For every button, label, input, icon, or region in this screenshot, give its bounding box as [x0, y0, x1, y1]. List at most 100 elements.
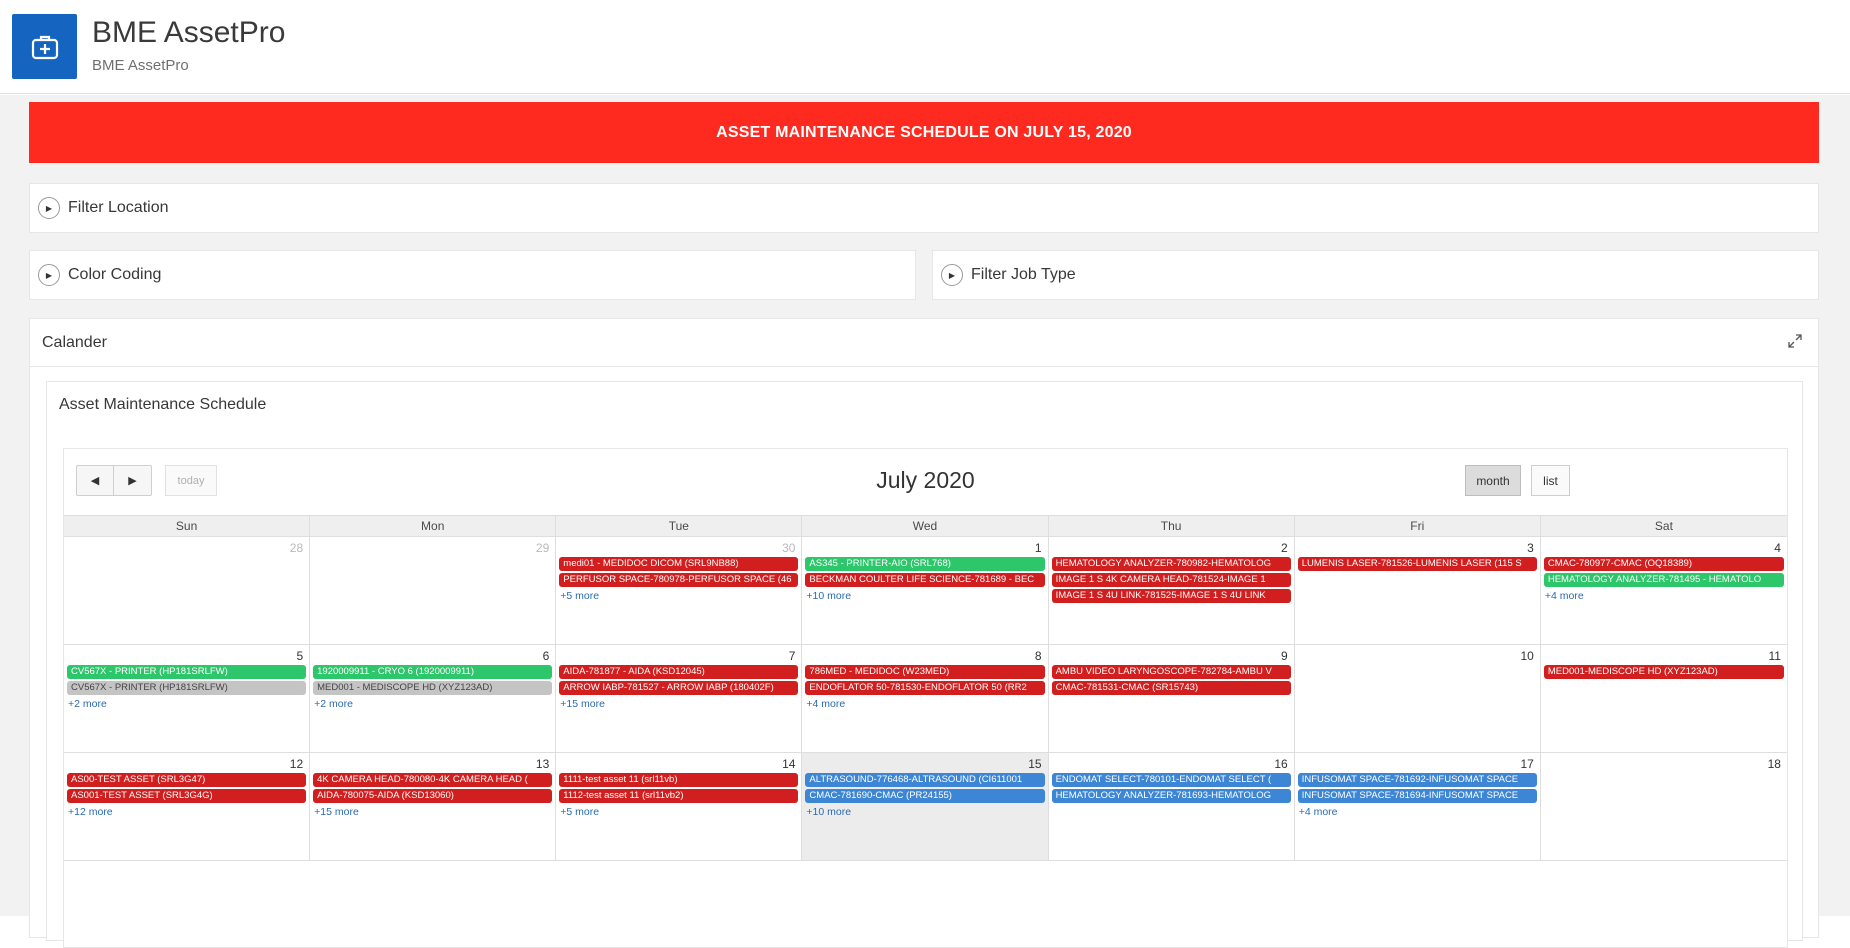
calendar-event[interactable]: IMAGE 1 S 4K CAMERA HEAD-781524-IMAGE 1 — [1051, 573, 1291, 587]
calendar-event[interactable]: 786MED - MEDIDOC (W23MED) — [805, 665, 1045, 679]
calendar-event[interactable]: CV567X - PRINTER (HP181SRLFW) — [67, 665, 307, 679]
color-coding-toggle[interactable]: ▶ Color Coding — [30, 251, 915, 299]
day-number[interactable]: 1 — [804, 540, 1045, 557]
medical-kit-icon[interactable] — [12, 14, 77, 79]
expand-arrow-icon[interactable]: ▶ — [38, 197, 60, 219]
calendar-event[interactable]: 1112-test asset 11 (srl11vb2) — [559, 789, 799, 803]
filter-location-toggle[interactable]: ▶ Filter Location — [30, 184, 1818, 232]
calendar-event[interactable]: ENDOFLATOR 50-781530-ENDOFLATOR 50 (RR2 — [805, 681, 1045, 695]
calendar-day-cell-today[interactable]: 15 ALTRASOUND-776468-ALTRASOUND (CI611001… — [802, 753, 1049, 860]
calendar-day-cell[interactable]: 6 1920009911 - CRYO 6 (1920009911) MED001 … — [310, 645, 557, 752]
calendar-day-cell[interactable]: 28 — [64, 537, 311, 644]
calendar-event[interactable]: HEMATOLOGY ANALYZER-780982-HEMATOLOG — [1051, 557, 1291, 571]
day-number[interactable]: 3 — [1297, 540, 1538, 557]
day-number[interactable]: 4 — [1543, 540, 1785, 557]
more-events-link[interactable]: +4 more — [804, 698, 1045, 710]
expand-arrow-icon[interactable]: ▶ — [941, 264, 963, 286]
day-number[interactable]: 13 — [312, 756, 553, 773]
day-number[interactable]: 5 — [66, 648, 307, 665]
day-number[interactable]: 29 — [312, 540, 553, 557]
more-events-link[interactable]: +2 more — [66, 698, 307, 710]
calendar-event[interactable]: MED001-MEDISCOPE HD (XYZ123AD) — [1543, 665, 1784, 679]
day-number[interactable]: 12 — [66, 756, 307, 773]
calendar-day-cell[interactable]: 2 HEMATOLOGY ANALYZER-780982-HEMATOLOG IMA… — [1049, 537, 1295, 644]
calendar-event[interactable]: AS00-TEST ASSET (SRL3G47) — [67, 773, 307, 787]
calendar-event[interactable]: CMAC-780977-CMAC (OQ18389) — [1543, 557, 1784, 571]
calendar-event[interactable]: ENDOMAT SELECT-780101-ENDOMAT SELECT ( — [1051, 773, 1291, 787]
more-events-link[interactable]: +2 more — [312, 698, 553, 710]
calendar-event[interactable]: CMAC-781690-CMAC (PR24155) — [805, 789, 1045, 803]
calendar-day-cell[interactable]: 1 AS345 - PRINTER-AIO (SRL768) BECKMAN COU… — [802, 537, 1049, 644]
day-number[interactable]: 10 — [1297, 648, 1538, 665]
day-number[interactable]: 8 — [804, 648, 1045, 665]
weekday-header: Tue — [556, 516, 803, 536]
calendar-day-cell[interactable]: 18 — [1541, 753, 1787, 860]
day-number[interactable]: 30 — [558, 540, 799, 557]
more-events-link[interactable]: +10 more — [804, 806, 1045, 818]
expand-arrow-icon[interactable]: ▶ — [38, 264, 60, 286]
calendar-day-cell[interactable]: 14 1111-test asset 11 (srl11vb) 1112-test … — [556, 753, 803, 860]
calendar-day-cell[interactable]: 13 4K CAMERA HEAD-780080-4K CAMERA HEAD (… — [310, 753, 557, 860]
calendar-day-cell[interactable]: 3 LUMENIS LASER-781526-LUMENIS LASER (115… — [1295, 537, 1541, 644]
calendar-event[interactable]: 1920009911 - CRYO 6 (1920009911) — [313, 665, 553, 679]
calendar-day-cell[interactable]: 11 MED001-MEDISCOPE HD (XYZ123AD) — [1541, 645, 1787, 752]
calendar-day-cell[interactable]: 9 AMBU VIDEO LARYNGOSCOPE-782784-AMBU V CM… — [1049, 645, 1295, 752]
more-events-link[interactable]: +10 more — [804, 590, 1045, 602]
calendar-event[interactable]: HEMATOLOGY ANALYZER-781693-HEMATOLOG — [1051, 789, 1291, 803]
calendar-day-cell[interactable]: 17 INFUSOMAT SPACE-781692-INFUSOMAT SPACE… — [1295, 753, 1541, 860]
calendar-day-cell[interactable]: 10 — [1295, 645, 1541, 752]
calendar-event[interactable]: AIDA-780075-AIDA (KSD13060) — [313, 789, 553, 803]
day-number[interactable]: 2 — [1051, 540, 1292, 557]
more-events-link[interactable]: +5 more — [558, 590, 799, 602]
calendar-day-cell[interactable]: 30 medi01 - MEDIDOC DICOM (SRL9NB88) PERFU… — [556, 537, 803, 644]
calendar-event[interactable]: medi01 - MEDIDOC DICOM (SRL9NB88) — [559, 557, 799, 571]
calendar-event[interactable]: IMAGE 1 S 4U LINK-781525-IMAGE 1 S 4U LI… — [1051, 589, 1291, 603]
calendar-event[interactable]: 4K CAMERA HEAD-780080-4K CAMERA HEAD ( — [313, 773, 553, 787]
calendar-region-title: Calander — [42, 333, 107, 351]
more-events-link[interactable]: +15 more — [312, 806, 553, 818]
more-events-link[interactable]: +15 more — [558, 698, 799, 710]
calendar-event[interactable]: AMBU VIDEO LARYNGOSCOPE-782784-AMBU V — [1051, 665, 1291, 679]
calendar-event[interactable]: CV567X - PRINTER (HP181SRLFW) — [67, 681, 307, 695]
calendar-event[interactable]: INFUSOMAT SPACE-781692-INFUSOMAT SPACE — [1297, 773, 1537, 787]
calendar-event[interactable]: PERFUSOR SPACE-780978-PERFUSOR SPACE (46 — [559, 573, 799, 587]
day-number[interactable]: 28 — [66, 540, 307, 557]
calendar-day-cell[interactable]: 8 786MED - MEDIDOC (W23MED) ENDOFLATOR 50-… — [802, 645, 1049, 752]
day-number[interactable]: 7 — [558, 648, 799, 665]
calendar-event[interactable]: MED001 - MEDISCOPE HD (XYZ123AD) — [313, 681, 553, 695]
calendar-day-cell[interactable]: 29 — [310, 537, 557, 644]
more-events-link[interactable]: +12 more — [66, 806, 307, 818]
calendar-event[interactable]: BECKMAN COULTER LIFE SCIENCE-781689 - BE… — [805, 573, 1045, 587]
calendar-event[interactable]: 1111-test asset 11 (srl11vb) — [559, 773, 799, 787]
maximize-icon[interactable] — [1786, 333, 1804, 351]
calendar-day-cell[interactable]: 12 AS00-TEST ASSET (SRL3G47) AS001-TEST AS… — [64, 753, 311, 860]
calendar-day-cell[interactable]: 4 CMAC-780977-CMAC (OQ18389) HEMATOLOGY AN… — [1541, 537, 1787, 644]
more-events-link[interactable]: +5 more — [558, 806, 799, 818]
calendar-day-cell[interactable]: 16 ENDOMAT SELECT-780101-ENDOMAT SELECT (… — [1049, 753, 1295, 860]
calendar-event[interactable]: ALTRASOUND-776468-ALTRASOUND (CI611001 — [805, 773, 1045, 787]
calendar-event[interactable]: LUMENIS LASER-781526-LUMENIS LASER (115 … — [1297, 557, 1537, 571]
day-number[interactable]: 16 — [1051, 756, 1292, 773]
calendar-day-cell[interactable]: 7 AIDA-781877 - AIDA (KSD12045) ARROW IABP… — [556, 645, 803, 752]
list-view-button[interactable]: list — [1531, 465, 1570, 496]
calendar-event[interactable]: AIDA-781877 - AIDA (KSD12045) — [559, 665, 799, 679]
day-number[interactable]: 15 — [804, 756, 1045, 773]
more-events-link[interactable]: +4 more — [1297, 806, 1538, 818]
calendar-day-cell[interactable]: 5 CV567X - PRINTER (HP181SRLFW) CV567X - P… — [64, 645, 311, 752]
day-number[interactable]: 11 — [1543, 648, 1785, 665]
day-number[interactable]: 9 — [1051, 648, 1292, 665]
calendar-event[interactable]: AS345 - PRINTER-AIO (SRL768) — [805, 557, 1045, 571]
day-number[interactable]: 17 — [1297, 756, 1538, 773]
app-title[interactable]: BME AssetPro — [92, 16, 285, 50]
more-events-link[interactable]: +4 more — [1543, 590, 1785, 602]
calendar-event[interactable]: CMAC-781531-CMAC (SR15743) — [1051, 681, 1291, 695]
day-number[interactable]: 18 — [1543, 756, 1785, 773]
day-number[interactable]: 6 — [312, 648, 553, 665]
calendar-event[interactable]: HEMATOLOGY ANALYZER-781495 - HEMATOLO — [1543, 573, 1784, 587]
calendar-event[interactable]: INFUSOMAT SPACE-781694-INFUSOMAT SPACE — [1297, 789, 1537, 803]
month-view-button[interactable]: month — [1465, 465, 1521, 496]
filter-job-type-toggle[interactable]: ▶ Filter Job Type — [933, 251, 1818, 299]
day-number[interactable]: 14 — [558, 756, 799, 773]
calendar-event[interactable]: ARROW IABP-781527 - ARROW IABP (180402F) — [559, 681, 799, 695]
calendar-event[interactable]: AS001-TEST ASSET (SRL3G4G) — [67, 789, 307, 803]
